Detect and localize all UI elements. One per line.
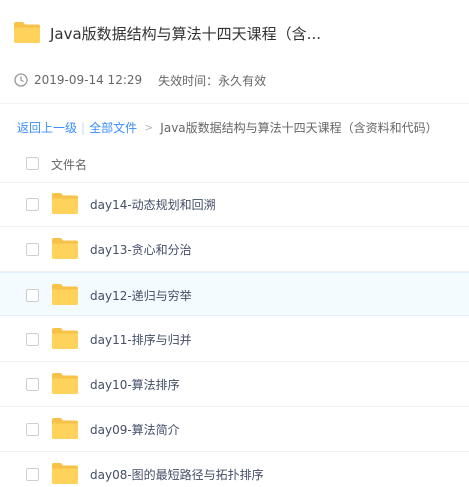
file-row[interactable]: day09-算法简介 bbox=[0, 407, 469, 452]
row-checkbox[interactable] bbox=[26, 423, 39, 436]
row-checkbox[interactable] bbox=[26, 243, 39, 256]
file-row[interactable]: day13-贪心和分治 bbox=[0, 227, 469, 272]
file-row[interactable]: day10-算法排序 bbox=[0, 362, 469, 407]
clock-icon bbox=[14, 73, 28, 87]
file-name[interactable]: day12-递归与穷举 bbox=[90, 287, 192, 304]
file-name[interactable]: day11-排序与归并 bbox=[90, 331, 192, 348]
row-checkbox[interactable] bbox=[26, 289, 39, 302]
folder-icon bbox=[52, 284, 78, 305]
file-row[interactable]: day11-排序与归并 bbox=[0, 317, 469, 362]
file-name[interactable]: day14-动态规划和回溯 bbox=[90, 196, 216, 213]
page-title: Java版数据结构与算法十四天课程（含... bbox=[50, 25, 321, 43]
file-name[interactable]: day13-贪心和分治 bbox=[90, 241, 192, 258]
breadcrumb-separator: | bbox=[81, 120, 86, 135]
row-checkbox[interactable] bbox=[26, 198, 39, 211]
chevron-right-icon: > bbox=[144, 121, 154, 134]
row-checkbox[interactable] bbox=[26, 468, 39, 481]
file-row[interactable]: day12-递归与穷举 bbox=[0, 272, 469, 316]
share-header: Java版数据结构与算法十四天课程（含... bbox=[0, 0, 469, 66]
file-name[interactable]: day09-算法简介 bbox=[90, 421, 180, 438]
breadcrumb: 返回上一级 | 全部文件 > Java版数据结构与算法十四天课程（含资料和代码） bbox=[17, 119, 438, 136]
expiry-text: 失效时间：永久有效 bbox=[158, 73, 267, 88]
file-row[interactable]: day08-图的最短路径与拓扑排序 bbox=[0, 452, 469, 487]
folder-icon bbox=[52, 238, 78, 259]
file-name[interactable]: day10-算法排序 bbox=[90, 376, 180, 393]
all-files-link[interactable]: 全部文件 bbox=[89, 119, 137, 136]
share-meta: 2019-09-14 12:29 失效时间：永久有效 bbox=[14, 71, 266, 89]
folder-icon bbox=[52, 418, 78, 439]
folder-icon bbox=[52, 193, 78, 214]
folder-icon bbox=[14, 22, 40, 43]
back-link[interactable]: 返回上一级 bbox=[17, 119, 77, 136]
folder-icon bbox=[52, 463, 78, 484]
select-all-checkbox[interactable] bbox=[26, 157, 39, 170]
breadcrumb-current: Java版数据结构与算法十四天课程（含资料和代码） bbox=[160, 121, 438, 135]
folder-icon bbox=[52, 373, 78, 394]
file-list-header: 文件名 bbox=[0, 146, 469, 183]
share-date: 2019-09-14 12:29 bbox=[34, 73, 143, 87]
folder-icon bbox=[52, 328, 78, 349]
row-checkbox[interactable] bbox=[26, 333, 39, 346]
row-checkbox[interactable] bbox=[26, 378, 39, 391]
file-row[interactable]: day14-动态规划和回溯 bbox=[0, 182, 469, 227]
file-name[interactable]: day08-图的最短路径与拓扑排序 bbox=[90, 466, 264, 483]
column-filename[interactable]: 文件名 bbox=[51, 156, 87, 173]
divider bbox=[0, 103, 469, 104]
